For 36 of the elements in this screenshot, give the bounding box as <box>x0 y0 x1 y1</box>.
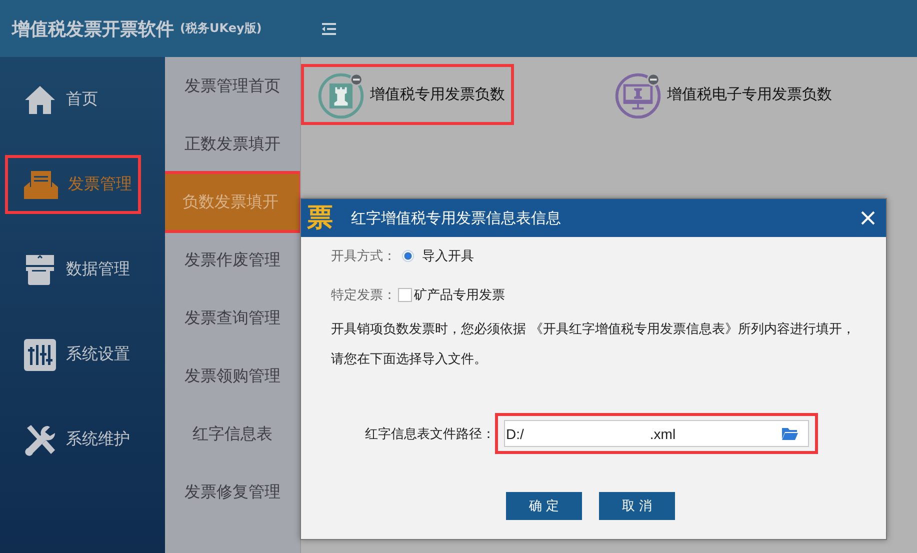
submenu-item[interactable]: 红字信息表 <box>165 405 300 463</box>
app-edition: (税务UKey版) <box>180 20 262 37</box>
document-icon <box>24 252 56 286</box>
invoice-type-card[interactable]: 增值税电子专用发票负数 <box>599 65 840 124</box>
file-path-field[interactable]: D:/ .xml <box>504 420 809 447</box>
menu-icon[interactable] <box>321 22 337 36</box>
submenu-item[interactable]: 发票管理首页 <box>165 57 300 115</box>
folder-icon[interactable] <box>782 427 798 440</box>
tools-icon <box>24 424 56 456</box>
field-label: 开具方式： <box>331 248 396 265</box>
sidebar-item[interactable]: 系统设置 <box>8 328 138 381</box>
submenu-item[interactable]: 发票修复管理 <box>165 463 300 521</box>
submenu-item[interactable]: 发票作废管理 <box>165 231 300 289</box>
radio-option[interactable]: 导入开具 <box>402 247 474 265</box>
field-label: 特定发票： <box>331 287 396 304</box>
sidebar-item[interactable]: 数据管理 <box>8 243 138 296</box>
submenu-item[interactable]: 发票领购管理 <box>165 347 300 405</box>
submenu-item[interactable]: 发票查询管理 <box>165 289 300 347</box>
checkbox-option[interactable]: 矿产品专用发票 <box>402 286 505 304</box>
close-icon[interactable] <box>860 210 876 226</box>
home-icon <box>24 84 56 116</box>
confirm-button[interactable]: 确 定 <box>506 492 582 520</box>
sidebar-item[interactable]: 系统维护 <box>8 413 138 466</box>
file-path-label: 红字信息表文件路径： <box>365 426 495 442</box>
instruction-text: 开具销项负数发票时，您必须依据 《开具红字增值税专用发票信息表》所列内容进行填开，请您在下面选择导入文件。 <box>331 321 856 369</box>
tray-icon <box>24 168 58 200</box>
checkbox[interactable] <box>398 288 412 302</box>
submenu-item[interactable]: 正数发票填开 <box>165 115 300 173</box>
radio-button[interactable] <box>402 250 414 262</box>
dialog-title: 红字增值税专用发票信息表信息 <box>351 208 561 228</box>
invoice-logo: 票 <box>307 205 334 231</box>
invoice-type-card[interactable]: 增值税专用发票负数 <box>302 65 513 124</box>
cancel-button[interactable]: 取 消 <box>599 492 675 520</box>
app-title: 增值税发票开票软件 <box>12 18 174 40</box>
sidebar-item[interactable]: 首页 <box>8 73 138 126</box>
sliders-icon <box>24 338 56 370</box>
